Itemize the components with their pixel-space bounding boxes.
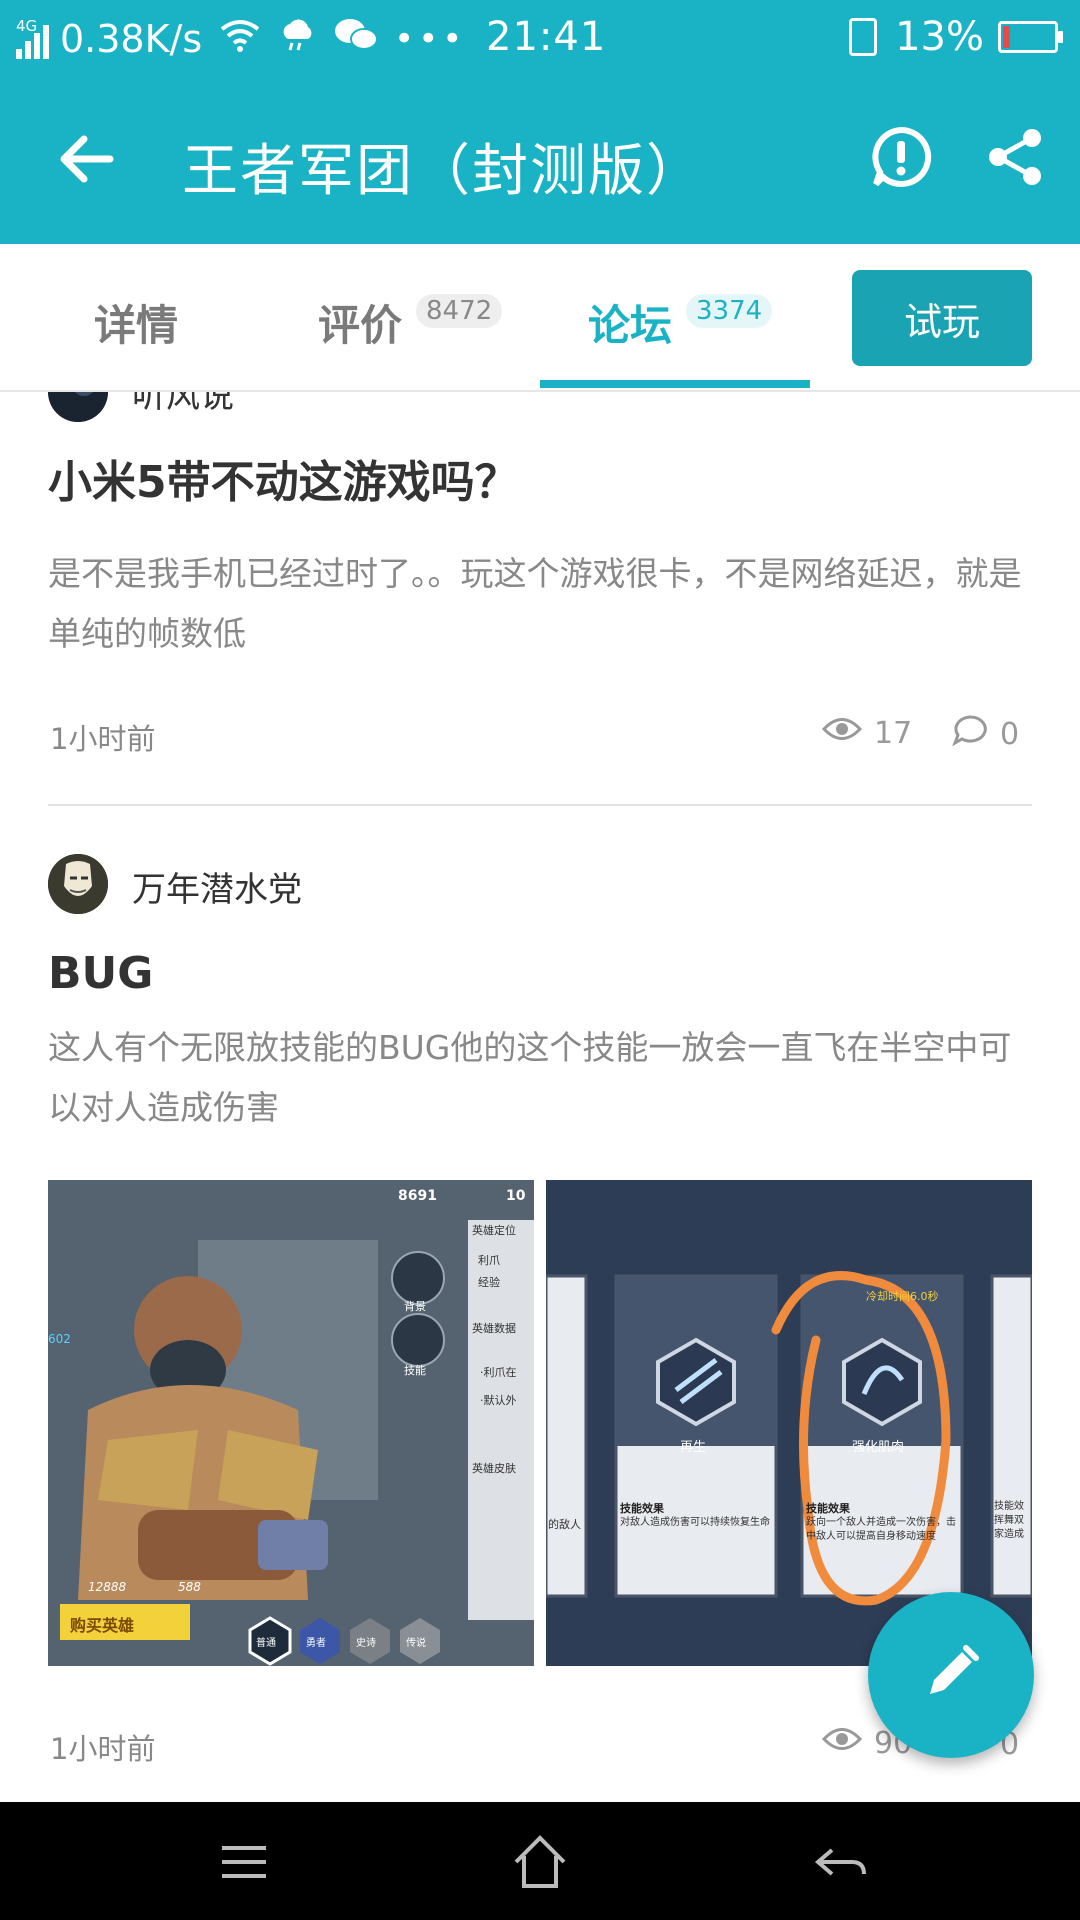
- back-icon[interactable]: [808, 1830, 872, 1894]
- system-nav-bar: [0, 1802, 1080, 1920]
- eye-icon: [821, 714, 863, 752]
- tab-label: 论坛: [588, 301, 673, 350]
- tab-label: 详情: [94, 301, 179, 350]
- status-bar: 4G 0.38K/s ••• 21:41 13%: [0, 0, 1080, 76]
- effect-title: 技能效果: [806, 1502, 850, 1515]
- hero-screenshot-image[interactable]: 8691 10 602 英雄定位 利爪 经验 英雄数据 ·利爪在 ·默认外 英雄…: [48, 1180, 534, 1666]
- forum-feed[interactable]: 听风说 小米5带不动这游戏吗？ 是不是我手机已经过时了。。玩这个游戏很卡，不是网…: [0, 392, 1080, 1802]
- status-right: 13%: [849, 14, 1063, 60]
- weather-icon: [278, 17, 318, 62]
- new-post-button[interactable]: [868, 1592, 1034, 1758]
- battery-percent: 13%: [895, 14, 984, 60]
- card-text: 技能效 挥舞双 家造成: [994, 1501, 1024, 1540]
- share-icon[interactable]: [984, 126, 1046, 188]
- card-text: 的敌人: [548, 1518, 581, 1531]
- hp-value: 602: [48, 1332, 71, 1346]
- effect-text: 对敌人造成伤害可以持续恢复生命: [620, 1517, 770, 1528]
- try-play-button[interactable]: 试玩: [852, 270, 1032, 366]
- signal-icon: 4G: [16, 19, 52, 59]
- side-label: 英雄定位: [472, 1224, 516, 1237]
- network-speed: 0.38K/s: [60, 17, 203, 61]
- skill-label: 背景: [404, 1300, 426, 1313]
- eye-icon: [821, 1724, 863, 1762]
- effect-text: 跃向一个敌人并造成一次伤害，击中敌人可以提高自身移动速度: [806, 1517, 956, 1542]
- side-label: 经验: [478, 1276, 500, 1289]
- pencil-icon: [916, 1638, 986, 1712]
- post-body: 是不是我手机已经过时了。。玩这个游戏很卡，不是网络延迟，就是单纯的帧数低: [48, 554, 1022, 653]
- more-icon: •••: [394, 19, 467, 59]
- bottom-count: 588: [178, 1580, 201, 1594]
- page-title: 王者军团（封测版）: [182, 139, 704, 204]
- comment-icon: [952, 714, 988, 754]
- menu-icon[interactable]: [212, 1830, 276, 1894]
- battery-icon: [998, 21, 1063, 53]
- side-label: ·利爪在: [480, 1366, 517, 1379]
- effect-title: 技能效果: [620, 1502, 664, 1515]
- view-count: 17: [821, 714, 913, 752]
- skill-name: 再生: [680, 1440, 707, 1455]
- back-arrow-icon[interactable]: [52, 124, 122, 194]
- app-bar: 王者军团（封测版）: [0, 76, 1080, 244]
- active-tab-indicator: [540, 380, 810, 388]
- wifi-icon: [218, 17, 262, 62]
- comment-count[interactable]: 0: [952, 714, 1019, 754]
- skill-label: 技能: [404, 1364, 426, 1377]
- views-value: 17: [874, 715, 913, 751]
- tier-label: 普通: [256, 1638, 276, 1649]
- tier-label: 传说: [406, 1638, 426, 1649]
- count-badge: 8472: [416, 293, 503, 328]
- side-label: ·默认外: [480, 1394, 517, 1407]
- side-label: 英雄皮肤: [472, 1462, 516, 1475]
- tier-label: 史诗: [356, 1638, 376, 1649]
- tier-label: 勇者: [306, 1638, 326, 1649]
- buy-hero-label: 购买英雄: [70, 1616, 135, 1635]
- author-name[interactable]: 万年潜水党: [132, 862, 302, 911]
- post-body: 这人有个无限放技能的BUG他的这个技能一放会一直飞在半空中可以对人造成伤害: [48, 1028, 1012, 1127]
- status-left: 4G 0.38K/s •••: [16, 14, 466, 64]
- wechat-icon: [334, 17, 379, 62]
- post-title[interactable]: BUG: [48, 948, 153, 999]
- post-time: 1小时前: [50, 1732, 156, 1766]
- clock: 21:41: [486, 14, 607, 60]
- author-name[interactable]: 听风说: [132, 392, 234, 417]
- count-badge: 3374: [686, 293, 773, 328]
- post-time: 1小时前: [50, 722, 156, 756]
- coin-count: 8691: [398, 1188, 437, 1204]
- tab-label: 评价: [318, 301, 403, 350]
- skill-name: 强化肌肉: [852, 1440, 905, 1455]
- divider: [48, 804, 1032, 806]
- tab-details[interactable]: 详情: [94, 292, 178, 353]
- avatar[interactable]: [48, 854, 108, 914]
- tab-bar: 详情 评价 8472 论坛 3374 试玩: [0, 244, 1080, 392]
- avatar[interactable]: [48, 392, 108, 422]
- side-label: 利爪: [478, 1254, 500, 1267]
- tab-reviews[interactable]: 评价 8472: [318, 292, 503, 353]
- home-icon[interactable]: [508, 1830, 572, 1894]
- comments-value: 0: [1000, 716, 1020, 752]
- report-icon[interactable]: [870, 126, 932, 188]
- side-label: 英雄数据: [472, 1322, 516, 1335]
- post-title[interactable]: 小米5带不动这游戏吗？: [48, 446, 519, 510]
- cooldown-label: 冷却时间6.0秒: [866, 1290, 939, 1303]
- bottom-count: 12888: [88, 1580, 127, 1594]
- tab-forum[interactable]: 论坛 3374: [588, 292, 773, 353]
- gem-count: 10: [506, 1188, 526, 1204]
- vibrate-icon: [849, 18, 878, 56]
